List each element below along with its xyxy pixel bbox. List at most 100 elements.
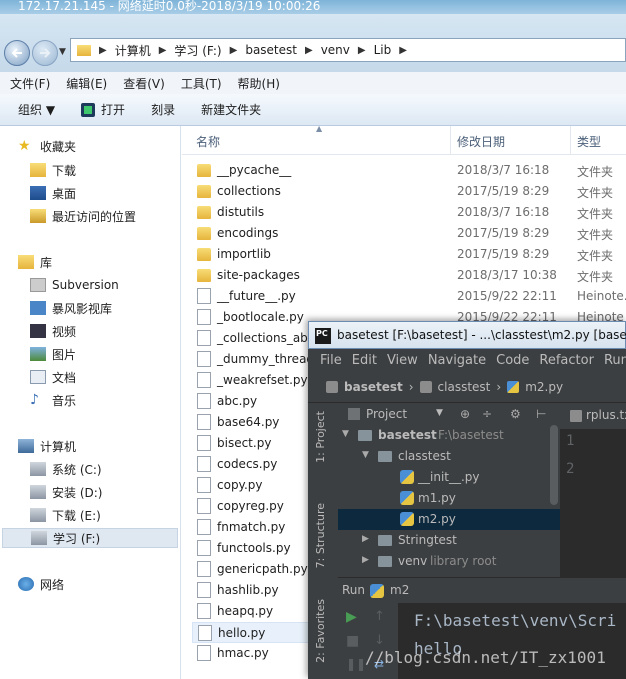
expand-arrow-icon[interactable]: ▼ (342, 429, 349, 439)
nav-music[interactable]: ♪ 音乐 (30, 390, 76, 410)
file-name: hello.py (218, 626, 266, 640)
menu-file[interactable]: 文件(F) (10, 75, 50, 92)
locate-target-icon[interactable]: ⊕ (460, 407, 470, 421)
tree-node-root[interactable]: ▼ basetest F:\basetest (338, 425, 560, 446)
nav-drive-f[interactable]: 学习 (F:) (2, 528, 178, 548)
nav-drive-e[interactable]: 下载 (E:) (30, 505, 101, 525)
column-name[interactable]: 名称 (196, 133, 220, 150)
breadcrumb-separator-icon[interactable]: ▶ (358, 45, 366, 56)
pc-menu-code[interactable]: Code (496, 353, 529, 368)
project-view-selector[interactable]: Project (366, 407, 407, 421)
file-type: 文件夹 (577, 249, 614, 263)
history-dropdown-icon[interactable]: ▼ (59, 47, 66, 57)
file-row[interactable]: site-packages 2018/3/17 10:38 文件夹 (192, 265, 626, 286)
nav-subversion[interactable]: Subversion (30, 275, 119, 295)
nav-documents[interactable]: 文档 (30, 367, 76, 387)
burn-button[interactable]: 刻录 (151, 101, 175, 118)
menu-help[interactable]: 帮助(H) (238, 75, 280, 92)
pc-crumb-package[interactable]: classtest (438, 380, 491, 394)
run-config-tab[interactable]: m2 (390, 583, 409, 597)
breadcrumb-separator-icon[interactable]: ▶ (305, 45, 313, 56)
nav-storm-library[interactable]: 暴风影视库 (30, 298, 112, 318)
file-row[interactable]: __pycache__ 2018/3/7 16:18 文件夹 (192, 160, 626, 181)
column-type[interactable]: 类型 (577, 133, 601, 150)
file-row[interactable]: __future__.py 2015/9/22 22:11 Heinote. (192, 286, 626, 307)
tree-node-venv[interactable]: ▶ venv library root (338, 551, 560, 572)
pc-menu-edit[interactable]: Edit (352, 353, 377, 368)
dropdown-icon[interactable]: ▼ (436, 408, 443, 418)
code-editor[interactable]: 1 2 (560, 429, 626, 577)
organize-button[interactable]: 组织 ▼ (18, 101, 55, 118)
file-row[interactable]: importlib 2017/5/19 8:29 文件夹 (192, 244, 626, 265)
nav-documents-label: 文档 (52, 370, 77, 385)
pc-menu-file[interactable]: File (320, 353, 342, 368)
menu-edit[interactable]: 编辑(E) (66, 75, 107, 92)
rerun-play-icon[interactable]: ▶ (346, 609, 357, 625)
pc-crumb-project[interactable]: basetest (344, 380, 403, 394)
forward-button[interactable] (32, 40, 58, 66)
nav-drive-d[interactable]: 安装 (D:) (30, 482, 102, 502)
tree-node-init[interactable]: __init__.py (338, 467, 560, 488)
pc-menu-view[interactable]: View (387, 353, 418, 368)
run-console[interactable]: F:\basetest\venv\Scri hello (398, 603, 626, 679)
tree-node-classtest[interactable]: ▼ classtest (338, 446, 560, 467)
nav-computer[interactable]: 计算机 (18, 436, 76, 456)
tree-scrollbar[interactable] (550, 425, 558, 505)
hide-panel-icon[interactable]: ⊢ (536, 407, 546, 421)
run-toolbar: ▶ ↑ ■ ↓ ❚❚ ⇄ (338, 603, 398, 679)
collapse-arrow-icon[interactable]: ▶ (362, 555, 369, 565)
file-row[interactable]: collections 2017/5/19 8:29 文件夹 (192, 181, 626, 202)
pc-crumb-file[interactable]: m2.py (525, 380, 563, 394)
breadcrumb-separator-icon[interactable]: ▶ (159, 45, 167, 56)
breadcrumb-basetest[interactable]: basetest (245, 43, 297, 57)
nav-pictures[interactable]: 图片 (30, 344, 76, 364)
pycharm-title-bar[interactable]: PC basetest [F:\basetest] - ...\classtes… (308, 321, 626, 349)
column-divider[interactable] (570, 126, 571, 154)
nav-downloads[interactable]: 下载 (30, 160, 76, 180)
nav-desktop[interactable]: 桌面 (30, 183, 76, 203)
column-date[interactable]: 修改日期 (457, 133, 505, 150)
breadcrumb-lib[interactable]: Lib (374, 43, 392, 57)
nav-video-label: 视频 (52, 324, 77, 339)
file-type: 文件夹 (577, 228, 614, 242)
breadcrumb-separator-icon[interactable]: ▶ (399, 45, 407, 56)
breadcrumb-separator-icon[interactable]: ▶ (230, 45, 238, 56)
tab-favorites[interactable]: 2: Favorites (314, 599, 327, 663)
stop-icon[interactable]: ■ (346, 633, 359, 649)
menu-tools[interactable]: 工具(T) (181, 75, 222, 92)
nav-video[interactable]: 视频 (30, 321, 76, 341)
breadcrumb-venv[interactable]: venv (321, 43, 350, 57)
scroll-down-icon[interactable]: ↓ (374, 633, 385, 648)
pc-menu-navigate[interactable]: Navigate (428, 353, 486, 368)
scroll-up-icon[interactable]: ↑ (374, 609, 385, 624)
pc-menu-refactor[interactable]: Refactor (539, 353, 594, 368)
editor-tab-rplus[interactable]: rplus.tx (586, 408, 626, 422)
tab-structure[interactable]: 7: Structure (314, 503, 327, 568)
menu-view[interactable]: 查看(V) (123, 75, 165, 92)
collapse-all-icon[interactable]: ÷ (482, 407, 492, 421)
nav-recent[interactable]: 最近访问的位置 (30, 206, 136, 226)
tree-node-m2[interactable]: m2.py (338, 509, 560, 530)
tab-project[interactable]: 1: Project (314, 411, 327, 463)
file-row[interactable]: distutils 2018/3/7 16:18 文件夹 (192, 202, 626, 223)
nav-drive-c[interactable]: 系统 (C:) (30, 459, 102, 479)
breadcrumb-computer[interactable]: 计算机 (115, 42, 151, 59)
expand-arrow-icon[interactable]: ▼ (362, 450, 369, 460)
back-button[interactable] (4, 40, 30, 66)
breadcrumb-separator-icon[interactable]: ▶ (99, 45, 107, 56)
settings-gear-icon[interactable]: ⚙ (510, 407, 521, 421)
pc-menu-run[interactable]: Run (604, 353, 626, 368)
address-breadcrumb[interactable]: ▶ 计算机 ▶ 学习 (F:) ▶ basetest ▶ venv ▶ Lib … (70, 38, 626, 62)
tree-node-stringtest[interactable]: ▶ Stringtest (338, 530, 560, 551)
breadcrumb-drive-f[interactable]: 学习 (F:) (174, 42, 221, 59)
pause-icon[interactable]: ❚❚ (346, 657, 366, 671)
nav-library[interactable]: 库 (18, 252, 52, 272)
tree-node-m1[interactable]: m1.py (338, 488, 560, 509)
new-folder-button[interactable]: 新建文件夹 (201, 101, 261, 118)
column-divider[interactable] (450, 126, 451, 154)
nav-network[interactable]: 网络 (18, 574, 64, 594)
collapse-arrow-icon[interactable]: ▶ (362, 534, 369, 544)
nav-favorites[interactable]: ★ 收藏夹 (18, 136, 76, 156)
file-row[interactable]: encodings 2017/5/19 8:29 文件夹 (192, 223, 626, 244)
open-button[interactable]: 打开 (81, 101, 125, 118)
